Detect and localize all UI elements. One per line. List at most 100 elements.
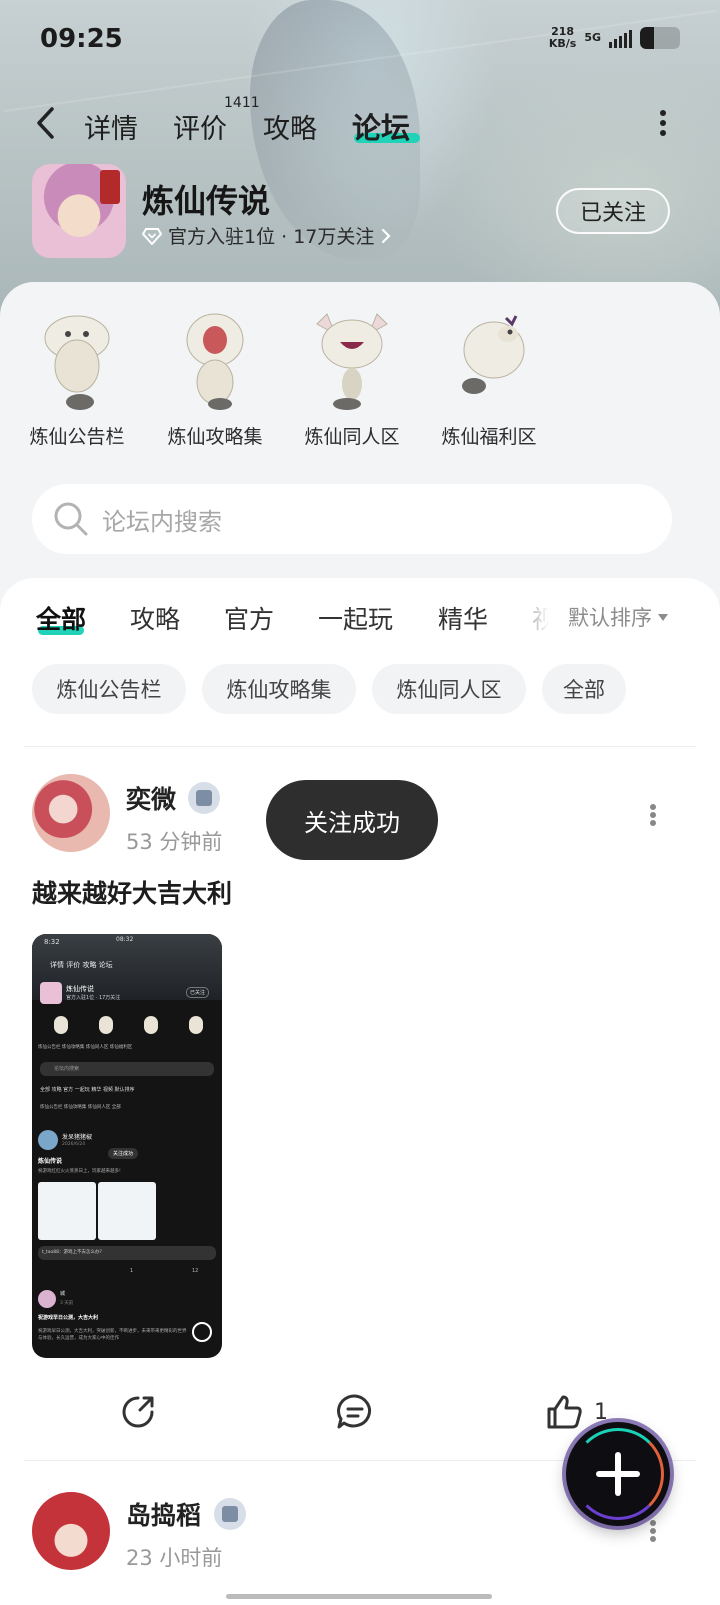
- sort-label: 默认排序: [568, 606, 652, 630]
- comment-button[interactable]: [334, 1392, 376, 1432]
- post-more-icon[interactable]: [650, 1520, 656, 1542]
- post-time: 23 小时前: [126, 1546, 223, 1570]
- search-icon: [54, 502, 88, 536]
- thumb-follow: 已关注: [186, 987, 210, 998]
- thumb-post2-title: 祝游戏早日公测，大吉大利: [38, 1315, 99, 1321]
- thumb-post-user: 发呆猪猪椒: [62, 1134, 93, 1141]
- thumb-tabs2: 全部 攻略 官方 一起玩 精华 视频 默认排序: [40, 1087, 135, 1093]
- game-stats[interactable]: 官方入驻1位 · 17万关注: [142, 222, 392, 249]
- plus-icon: [572, 1428, 664, 1520]
- post-more-icon[interactable]: [650, 804, 656, 826]
- thumb-toast: 关注成功: [108, 1148, 139, 1159]
- tab-guides[interactable]: 攻略: [263, 107, 317, 146]
- battery-level: [640, 27, 654, 49]
- user-level-badge-icon: [188, 782, 220, 814]
- network-type: 5G: [584, 31, 601, 44]
- follow-button[interactable]: 已关注: [556, 188, 670, 234]
- thumb-game-sub: 官方入驻1位 · 17万关注: [66, 995, 121, 1001]
- avatar[interactable]: [32, 1492, 110, 1570]
- avatar[interactable]: [32, 774, 110, 852]
- thumb-game-icon: [40, 982, 62, 1004]
- post-username[interactable]: 奕微: [126, 780, 176, 816]
- post-time: 53 分钟前: [126, 830, 223, 854]
- shortcut-label: 炼仙攻略集: [167, 426, 263, 448]
- user-level-badge-icon: [214, 1498, 246, 1530]
- thumb-time-center: 08:32: [116, 936, 134, 943]
- chip-fanart[interactable]: 炼仙同人区: [372, 664, 526, 714]
- mascot-icon: [170, 304, 260, 412]
- chip-guides[interactable]: 炼仙攻略集: [202, 664, 356, 714]
- thumb-avatar: [38, 1130, 58, 1150]
- chevron-right-icon: [382, 228, 391, 243]
- thumb-tabs: 详情 评价 攻略 论坛: [50, 961, 113, 969]
- home-indicator: [226, 1594, 492, 1599]
- thumb-mascots: [38, 1016, 218, 1034]
- thumb-chips: 炼仙公告栏 炼仙攻略集 炼仙同人区 全部: [40, 1105, 121, 1110]
- thumb-post2-body: 祝游戏早日公测，大吉大利，突破创新，不断进步，未来带来更精彩的世界与体验，长久运…: [38, 1329, 187, 1341]
- signal-icon: [609, 28, 632, 48]
- tab-strategy[interactable]: 攻略: [130, 600, 180, 636]
- sort-dropdown[interactable]: 默认排序: [568, 602, 668, 632]
- post-image[interactable]: 8:32 08:32 详情 评价 攻略 论坛 炼仙传说 官方入驻1位 · 17万…: [32, 934, 222, 1358]
- thumb-plus-icon: [192, 1322, 212, 1342]
- tab-details[interactable]: 详情: [84, 107, 138, 146]
- tab-featured[interactable]: 精华: [438, 600, 488, 636]
- post-title[interactable]: 越来越好大吉大利: [32, 874, 232, 910]
- mascot-icon: [444, 304, 534, 412]
- mascot-icon: [32, 304, 122, 412]
- comment-icon: [337, 1394, 371, 1429]
- status-indicators: 218 KB/s 5G: [549, 26, 680, 50]
- create-post-button[interactable]: [566, 1422, 670, 1526]
- thumb-post-date: 2026/6/24: [62, 1142, 86, 1147]
- tab-forum[interactable]: 论坛: [352, 105, 410, 147]
- game-icon[interactable]: [32, 164, 126, 258]
- like-count: 1: [594, 1399, 608, 1425]
- thumb-post-body: 祝游戏红红火火蒸蒸日上，玩家越来越多!: [38, 1169, 121, 1174]
- shortcut-welfare[interactable]: 炼仙福利区: [424, 304, 554, 449]
- post-username[interactable]: 岛捣稻: [126, 1496, 201, 1532]
- toast-message: 关注成功: [266, 780, 438, 860]
- share-button[interactable]: [118, 1392, 158, 1432]
- thumb-time: 8:32: [44, 938, 60, 946]
- status-time: 09:25: [40, 24, 123, 54]
- shortcut-guides[interactable]: 炼仙攻略集: [150, 304, 280, 449]
- share-icon: [122, 1396, 154, 1428]
- top-nav: 详情 评价 1411 攻略 论坛: [0, 95, 720, 155]
- tab-play-together[interactable]: 一起玩: [318, 600, 393, 636]
- post-feed: 全部 攻略 官方 一起玩 精华 视 默认排序 炼仙公告栏 炼仙攻略集 炼仙同人区…: [0, 578, 720, 1605]
- back-arrow-icon[interactable]: [34, 105, 58, 141]
- seal-mark: [100, 170, 120, 204]
- thumb-image-card: [38, 1182, 96, 1240]
- thumb-search-text: 论坛内搜索: [54, 1066, 80, 1072]
- reviews-count-badge: 1411: [224, 95, 260, 111]
- shortcut-label: 炼仙福利区: [441, 426, 537, 448]
- tab-official[interactable]: 官方: [224, 600, 274, 636]
- thumb-shortcuts: 炼仙公告栏 炼仙攻略集 炼仙同人区 炼仙福利区: [38, 1045, 133, 1050]
- thumbs-up-icon: [547, 1395, 582, 1429]
- thumb-avatar: [38, 1290, 56, 1308]
- search-input[interactable]: 论坛内搜索: [32, 484, 672, 554]
- game-name: 炼仙传说: [142, 182, 271, 220]
- tab-reviews[interactable]: 评价: [173, 107, 227, 146]
- tabs-fade: [500, 592, 570, 642]
- thumb-image-card: [98, 1182, 156, 1240]
- thumb-comment-text: t_tao88：游戏上不去怎么办?: [42, 1250, 102, 1255]
- thumb-post-title: 炼仙传说: [38, 1158, 63, 1165]
- more-options-icon[interactable]: [660, 105, 668, 141]
- thumb-post2-time: 3 天前: [60, 1301, 74, 1306]
- search-placeholder: 论坛内搜索: [102, 507, 222, 536]
- divider: [24, 746, 696, 747]
- shortcut-fanart[interactable]: 炼仙同人区: [287, 304, 417, 449]
- diamond-icon: [142, 227, 162, 245]
- caret-down-icon: [658, 613, 668, 621]
- thumb-game-name: 炼仙传说: [66, 985, 94, 993]
- mascot-icon: [307, 304, 397, 412]
- chip-all[interactable]: 全部: [542, 664, 626, 714]
- shortcut-label: 炼仙同人区: [304, 426, 400, 448]
- shortcut-announcements[interactable]: 炼仙公告栏: [12, 304, 142, 449]
- tab-all[interactable]: 全部: [36, 600, 86, 636]
- thumb-post2-user: 城: [60, 1291, 66, 1297]
- network-speed: 218 KB/s: [549, 26, 576, 50]
- battery-icon: [640, 27, 680, 49]
- chip-announcements[interactable]: 炼仙公告栏: [32, 664, 186, 714]
